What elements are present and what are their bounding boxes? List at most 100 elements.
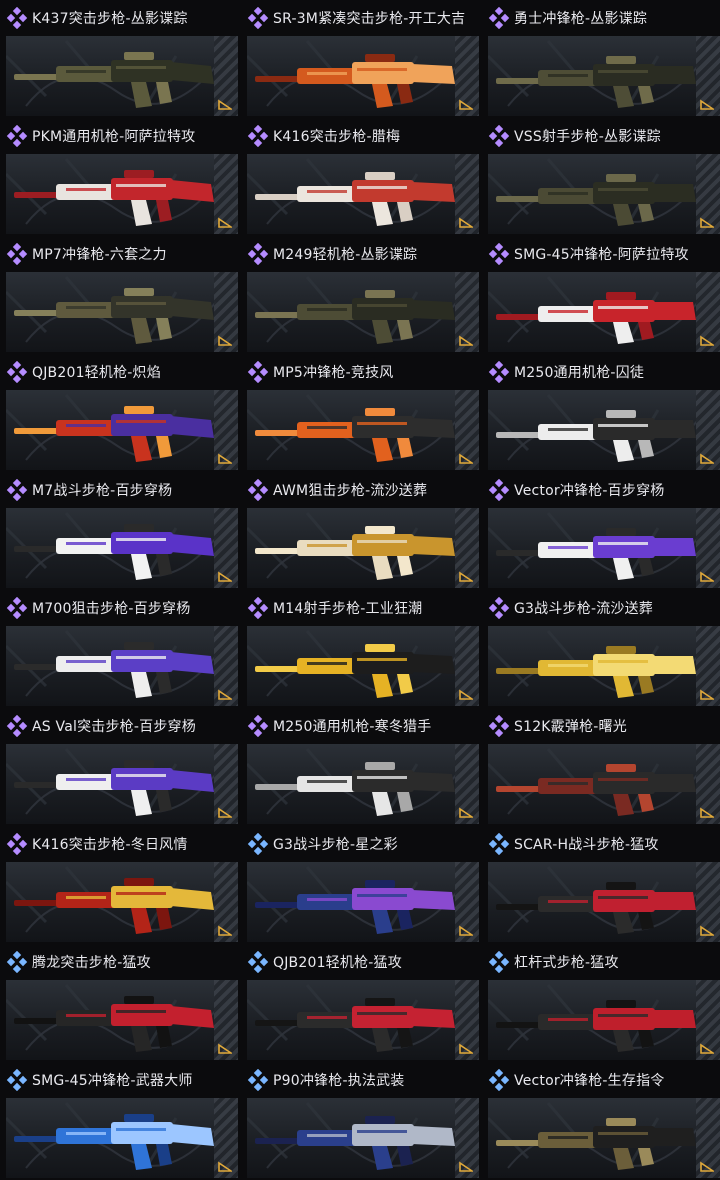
weapon-image [14,524,214,580]
purple-rarity-diamond-icon [6,479,28,501]
purple-rarity-diamond-icon [488,715,510,737]
skin-card[interactable]: QJB201轻机枪-炽焰 [0,354,238,472]
skin-card[interactable]: MP7冲锋枪-六套之力 [0,236,238,354]
skin-name-label: K416突击步枪-冬日风情 [32,837,188,853]
skin-name-label: MP5冲锋枪-竞技风 [273,365,394,381]
weapon-image [14,406,214,462]
blue-rarity-diamond-icon [488,1069,510,1091]
purple-rarity-diamond-icon [247,7,269,29]
gold-corner-mark-icon [700,571,714,582]
blue-rarity-diamond-icon [488,951,510,973]
skin-card[interactable]: PKM通用机枪-阿萨拉特攻 [0,118,238,236]
skin-card[interactable]: SR-3M紧凑突击步枪-开工大吉 [241,0,479,118]
purple-rarity-diamond-icon [247,243,269,265]
blue-rarity-diamond-icon [6,1069,28,1091]
skin-name-label: SR-3M紧凑突击步枪-开工大吉 [273,11,466,27]
weapon-thumbnail [6,272,238,352]
skin-card[interactable]: SMG-45冲锋枪-武器大师 [0,1062,238,1180]
skin-name-label: K437突击步枪-丛影谍踪 [32,11,188,27]
weapon-thumbnail [247,272,479,352]
skin-card[interactable]: K437突击步枪-丛影谍踪 [0,0,238,118]
skin-name-label: K416突击步枪-腊梅 [273,129,401,145]
weapon-image [496,174,696,226]
weapon-thumbnail [6,390,238,470]
gold-corner-mark-icon [700,453,714,464]
skin-card[interactable]: 腾龙突击步枪-猛攻 [0,944,238,1062]
gold-corner-mark-icon [218,1043,232,1054]
skin-title-row: SR-3M紧凑突击步枪-开工大吉 [241,0,479,36]
skin-card[interactable]: SMG-45冲锋枪-阿萨拉特攻 [482,236,720,354]
weapon-image [255,644,455,698]
skin-card[interactable]: Vector冲锋枪-生存指令 [482,1062,720,1180]
skin-title-row: M249轻机枪-丛影谍踪 [241,236,479,272]
skin-title-row: 杠杆式步枪-猛攻 [482,944,720,980]
skin-title-row: PKM通用机枪-阿萨拉特攻 [0,118,238,154]
skin-name-label: VSS射手步枪-丛影谍踪 [514,129,661,145]
skin-card[interactable]: SCAR-H战斗步枪-猛攻 [482,826,720,944]
weapon-image [496,764,696,816]
purple-rarity-diamond-icon [247,597,269,619]
skin-name-label: S12K霰弹枪-曙光 [514,719,627,735]
skin-card[interactable]: M250通用机枪-寒冬猎手 [241,708,479,826]
gold-corner-mark-icon [218,689,232,700]
purple-rarity-diamond-icon [6,243,28,265]
skin-card[interactable]: M249轻机枪-丛影谍踪 [241,236,479,354]
skin-name-label: QJB201轻机枪-猛攻 [273,955,402,971]
skin-card[interactable]: P90冲锋枪-执法武装 [241,1062,479,1180]
skin-name-label: AWM狙击步枪-流沙送葬 [273,483,428,499]
weapon-thumbnail [488,390,720,470]
skin-card[interactable]: G3战斗步枪-流沙送葬 [482,590,720,708]
skin-name-label: 勇士冲锋枪-丛影谍踪 [514,11,648,27]
weapon-thumbnail [247,390,479,470]
gold-corner-mark-icon [218,99,232,110]
weapon-thumbnail [247,1098,479,1178]
purple-rarity-diamond-icon [6,125,28,147]
skin-card[interactable]: K416突击步枪-冬日风情 [0,826,238,944]
skin-title-row: 勇士冲锋枪-丛影谍踪 [482,0,720,36]
skin-title-row: 腾龙突击步枪-猛攻 [0,944,238,980]
skin-card[interactable]: M7战斗步枪-百步穿杨 [0,472,238,590]
purple-rarity-diamond-icon [247,715,269,737]
gold-corner-mark-icon [459,1161,473,1172]
skin-card[interactable]: QJB201轻机枪-猛攻 [241,944,479,1062]
skin-title-row: MP7冲锋枪-六套之力 [0,236,238,272]
weapon-image [255,54,455,108]
skin-name-label: Vector冲锋枪-生存指令 [514,1073,665,1089]
skin-title-row: VSS射手步枪-丛影谍踪 [482,118,720,154]
skin-name-label: M250通用机枪-囚徒 [514,365,645,381]
gold-corner-mark-icon [700,99,714,110]
skin-card[interactable]: 勇士冲锋枪-丛影谍踪 [482,0,720,118]
skin-card[interactable]: 杠杆式步枪-猛攻 [482,944,720,1062]
weapon-thumbnail [488,744,720,824]
blue-rarity-diamond-icon [247,1069,269,1091]
weapon-image [255,290,455,344]
gold-corner-mark-icon [218,1161,232,1172]
gold-corner-mark-icon [459,1043,473,1054]
skin-title-row: P90冲锋枪-执法武装 [241,1062,479,1098]
skin-name-label: SMG-45冲锋枪-阿萨拉特攻 [514,247,689,263]
gold-corner-mark-icon [700,335,714,346]
gold-corner-mark-icon [459,453,473,464]
skin-card[interactable]: VSS射手步枪-丛影谍踪 [482,118,720,236]
weapon-thumbnail [6,744,238,824]
gold-corner-mark-icon [700,217,714,228]
weapon-thumbnail [247,508,479,588]
skin-card[interactable]: Vector冲锋枪-百步穿杨 [482,472,720,590]
gold-corner-mark-icon [700,1161,714,1172]
weapon-image [14,288,214,344]
skin-card[interactable]: M14射手步枪-工业狂潮 [241,590,479,708]
gold-corner-mark-icon [459,689,473,700]
skin-card[interactable]: MP5冲锋枪-竞技风 [241,354,479,472]
skin-card[interactable]: K416突击步枪-腊梅 [241,118,479,236]
skin-card[interactable]: M250通用机枪-囚徒 [482,354,720,472]
skin-card[interactable]: S12K霰弹枪-曙光 [482,708,720,826]
skin-card[interactable]: G3战斗步枪-星之彩 [241,826,479,944]
skin-card[interactable]: AS Val突击步枪-百步穿杨 [0,708,238,826]
weapon-image [14,996,214,1052]
blue-rarity-diamond-icon [488,833,510,855]
weapon-thumbnail [247,980,479,1060]
skin-card[interactable]: AWM狙击步枪-流沙送葬 [241,472,479,590]
skin-card[interactable]: M700狙击步枪-百步穿杨 [0,590,238,708]
weapon-image [496,882,696,934]
weapon-thumbnail [6,508,238,588]
